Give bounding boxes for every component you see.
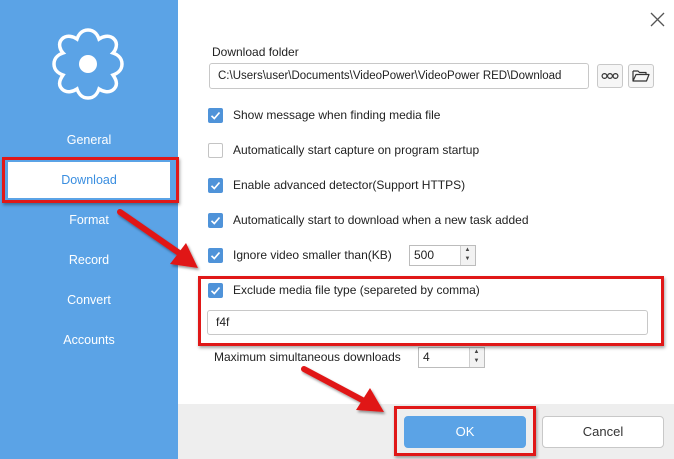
max-downloads-stepper[interactable]: 4 ▲ ▼ <box>418 347 485 368</box>
more-options-button[interactable] <box>597 64 623 88</box>
stepper-down-icon[interactable]: ▼ <box>470 357 483 366</box>
exclude-highlight-box <box>198 276 664 346</box>
ignore-small-video-checkbox[interactable] <box>208 248 223 263</box>
stepper-down-icon[interactable]: ▼ <box>461 255 474 264</box>
advanced-detector-label: Enable advanced detector(Support HTTPS) <box>233 178 466 192</box>
checkmark-icon <box>210 216 221 225</box>
checkmark-icon <box>210 251 221 260</box>
sidebar-item-record[interactable]: Record <box>0 249 178 271</box>
ignore-size-value[interactable]: 500 <box>414 248 434 262</box>
auto-start-capture-checkbox[interactable] <box>208 143 223 158</box>
show-message-checkbox[interactable] <box>208 108 223 123</box>
advanced-detector-checkbox[interactable] <box>208 178 223 193</box>
stepper-up-icon[interactable]: ▲ <box>470 348 483 357</box>
ok-highlight-box <box>394 406 536 456</box>
ignore-small-video-label: Ignore video smaller than(KB) <box>233 248 392 262</box>
open-folder-button[interactable] <box>628 64 654 88</box>
download-highlight-box <box>2 157 179 203</box>
sidebar-item-general[interactable]: General <box>0 129 178 151</box>
checkmark-icon <box>210 181 221 190</box>
download-folder-label: Download folder <box>212 45 299 59</box>
gear-icon <box>52 28 124 100</box>
max-downloads-value[interactable]: 4 <box>423 350 430 364</box>
cancel-button[interactable]: Cancel <box>542 416 664 448</box>
max-downloads-label: Maximum simultaneous downloads <box>214 350 401 364</box>
folder-open-icon <box>632 70 650 82</box>
sidebar: General Download Format Record Convert A… <box>0 0 178 459</box>
auto-start-download-label: Automatically start to download when a n… <box>233 213 529 227</box>
show-message-label: Show message when finding media file <box>233 108 441 122</box>
auto-start-download-checkbox[interactable] <box>208 213 223 228</box>
stepper-up-icon[interactable]: ▲ <box>461 246 474 255</box>
checkmark-icon <box>210 111 221 120</box>
sidebar-item-format[interactable]: Format <box>0 209 178 231</box>
download-folder-input[interactable]: C:\Users\user\Documents\VideoPower\Video… <box>209 63 589 89</box>
sidebar-item-accounts[interactable]: Accounts <box>0 329 178 351</box>
close-icon[interactable] <box>649 11 666 28</box>
sidebar-item-convert[interactable]: Convert <box>0 289 178 311</box>
ignore-size-stepper[interactable]: 500 ▲ ▼ <box>409 245 476 266</box>
auto-start-capture-label: Automatically start capture on program s… <box>233 143 480 157</box>
ellipsis-icon <box>601 73 619 80</box>
